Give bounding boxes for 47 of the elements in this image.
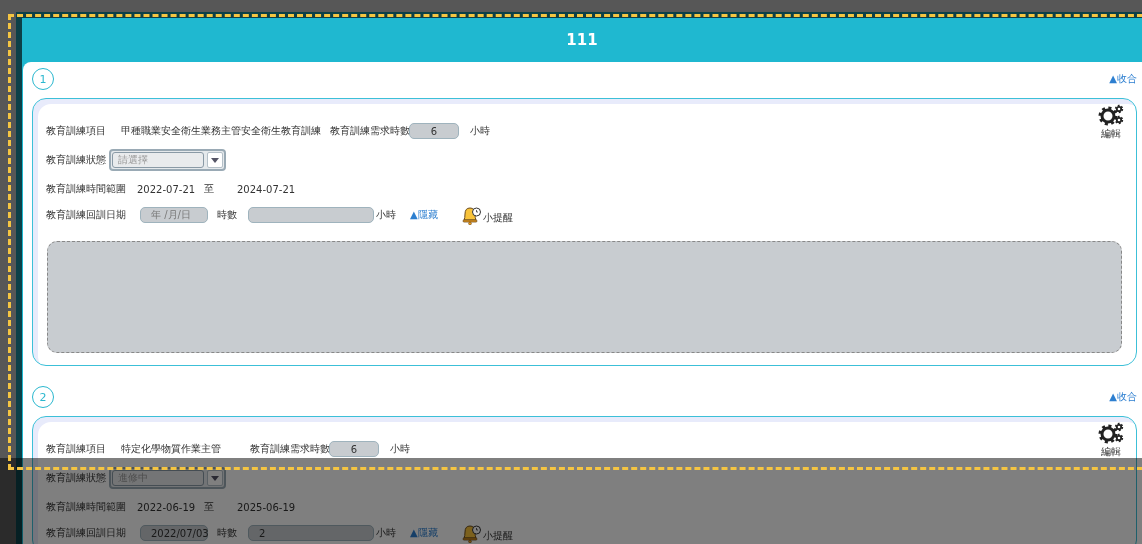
training-item-value: 特定化學物質作業主管 [121,442,222,456]
edit-label: 編輯 [1101,445,1121,459]
hours-label: 時數 [217,208,237,222]
range-end-date: 2024-07-21 [237,183,296,195]
collapse-link[interactable]: ▲收合 [1109,72,1137,86]
edit-label: 編輯 [1101,127,1121,141]
reminder-label[interactable]: 小提醒 [482,529,513,543]
range-end-date: 2025-06-19 [237,501,296,513]
field-label: 教育訓練回訓日期 [46,526,127,540]
field-label: 教育訓練回訓日期 [46,208,127,222]
hours-label: 時數 [217,526,237,540]
hide-link[interactable]: ▲隱藏 [410,526,438,540]
field-label: 教育訓練需求時數 [330,124,409,138]
training-item-value: 甲種職業安全衛生業務主管安全衛生教育訓練 [121,124,322,138]
field-label: 教育訓練狀態 [46,471,107,485]
retrain-hours-field[interactable] [248,207,374,223]
field-label: 教育訓練時間範圍 [46,500,127,514]
range-separator: 至 [204,500,215,514]
caret-icon [211,475,219,481]
reminder-label[interactable]: 小提醒 [482,211,513,225]
edit-button[interactable]: 編輯 [1098,422,1124,459]
field-label: 教育訓練項目 [46,442,107,456]
unit-label: 小時 [376,526,397,540]
caret-icon [211,157,219,163]
collapse-link[interactable]: ▲收合 [1109,390,1137,404]
retrain-date-field[interactable]: 年 /月/日 [140,207,208,223]
field-label: 教育訓練狀態 [46,153,107,167]
required-hours-field: 6 [329,441,379,457]
page-title: 111 [566,31,598,49]
unit-label: 小時 [390,442,410,456]
range-separator: 至 [204,182,215,196]
status-dropdown[interactable]: 請選擇 [109,149,226,171]
gears-icon [1098,104,1124,126]
field-label: 教育訓練時間範圍 [46,182,127,196]
unit-label: 小時 [470,124,490,138]
range-start-date: 2022-06-19 [137,501,197,513]
range-start-date: 2022-07-21 [137,183,197,195]
gears-icon [1098,422,1124,444]
hide-link[interactable]: ▲隱藏 [410,208,438,222]
field-label: 教育訓練項目 [46,124,107,138]
retrain-hours-field[interactable]: 2 [248,525,374,541]
field-label: 教育訓練需求時數 [250,442,329,456]
notes-area[interactable] [47,241,1122,353]
retrain-date-field[interactable]: 2022/07/03 [140,525,208,541]
edit-button[interactable]: 編輯 [1098,104,1124,141]
unit-label: 小時 [376,208,397,222]
required-hours-field: 6 [409,123,459,139]
